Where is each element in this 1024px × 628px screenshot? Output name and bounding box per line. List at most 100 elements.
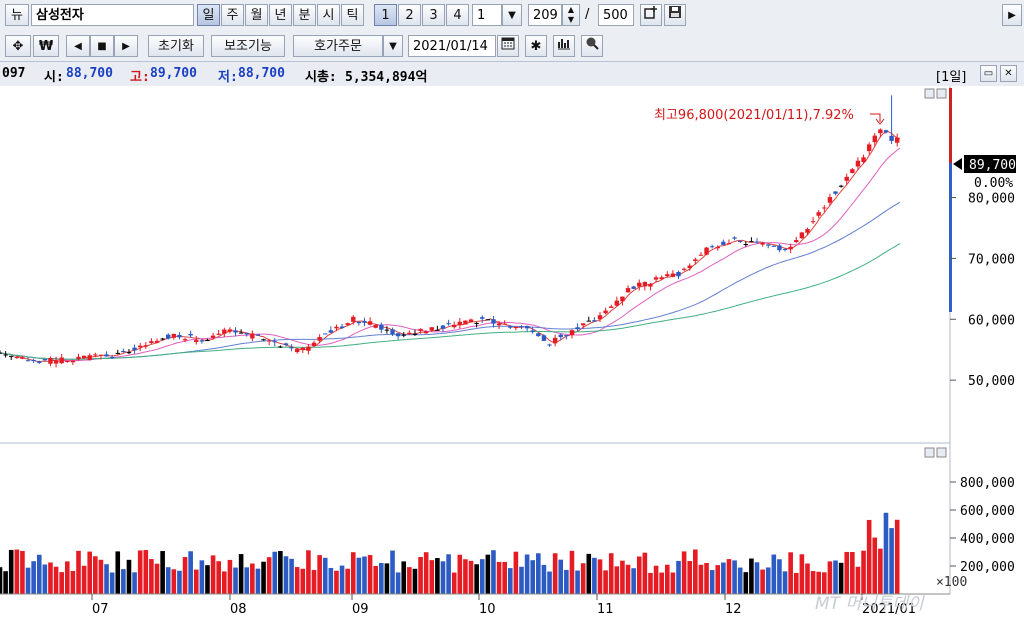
- candle-body: [98, 354, 104, 356]
- count-total-field[interactable]: 500: [598, 4, 634, 26]
- candle-body: [552, 337, 558, 344]
- dropdown-arrow-icon[interactable]: ▼: [502, 4, 522, 26]
- volume-bar: [648, 572, 653, 594]
- volume-bar: [440, 561, 446, 594]
- max-price-annotation: 최고96,800(2021/01/11),7.92%: [654, 108, 854, 123]
- volume-bar: [407, 567, 412, 594]
- next-icon[interactable]: ▶: [114, 35, 138, 57]
- candle-body: [143, 345, 148, 347]
- prev-icon[interactable]: ◀: [66, 35, 90, 57]
- candle-body: [642, 281, 648, 287]
- order-button[interactable]: 호가주문: [293, 35, 383, 57]
- volume-bar: [536, 553, 541, 594]
- period-button-5[interactable]: 분: [293, 4, 316, 26]
- candle-body: [311, 342, 317, 347]
- move-icon[interactable]: ✥: [5, 35, 31, 57]
- period-button-6[interactable]: 시: [317, 4, 340, 26]
- candle-body: [205, 340, 210, 342]
- period-button-4[interactable]: 년: [269, 4, 292, 26]
- count-spinner-icon[interactable]: ▲ ▼: [562, 4, 580, 26]
- candle-body: [0, 352, 3, 354]
- volume-bar: [289, 558, 294, 594]
- candle-body: [261, 339, 266, 341]
- save-icon[interactable]: [664, 4, 686, 26]
- number-button-3[interactable]: 3: [422, 4, 445, 26]
- stock-name-field[interactable]: 삼성전자: [31, 4, 194, 26]
- volume-bar: [261, 561, 266, 594]
- volume-panel-close-icon[interactable]: [936, 447, 947, 458]
- candle-body: [620, 296, 625, 302]
- volume-bar: [199, 560, 205, 594]
- candle-body: [289, 347, 294, 349]
- volume-bar: [575, 570, 580, 594]
- stock-chart: 80,000 70,000 60,000 50,000 800,000 600,000 4…: [0, 86, 1024, 628]
- date-tick-label: 11: [597, 602, 614, 617]
- volume-bar: [362, 556, 367, 594]
- candle-body: [564, 335, 569, 337]
- close-icon[interactable]: ✕: [1000, 65, 1017, 82]
- volume-bar: [367, 555, 373, 594]
- volume-bar: [687, 561, 693, 594]
- volume-bar: [569, 550, 575, 594]
- volume-bar: [552, 553, 558, 594]
- scroll-right-icon[interactable]: ▶: [1002, 4, 1022, 26]
- add-chart-icon[interactable]: [640, 4, 662, 26]
- number-button-2[interactable]: 2: [398, 4, 421, 26]
- reset-button[interactable]: 초기화: [148, 35, 204, 57]
- candle-body: [423, 331, 429, 334]
- volume-bar: [760, 569, 765, 594]
- volume-panel-min-icon[interactable]: [924, 447, 935, 458]
- chart-grid-icon[interactable]: [553, 35, 575, 57]
- volume-bar: [878, 548, 883, 594]
- candle-body: [653, 277, 659, 280]
- period-button-3[interactable]: 월: [245, 4, 268, 26]
- price-panel-min-icon[interactable]: [924, 88, 935, 99]
- volume-bar: [861, 550, 866, 594]
- candle-body: [154, 340, 160, 343]
- stop-icon[interactable]: ■: [90, 35, 114, 57]
- candle-body: [446, 323, 451, 325]
- volume-bar: [356, 557, 362, 594]
- volume-bar: [435, 558, 440, 594]
- volume-bar: [93, 556, 98, 594]
- period-button-7[interactable]: 틱: [341, 4, 364, 26]
- candle-body: [637, 282, 642, 287]
- candle-body: [210, 335, 216, 338]
- volume-bar: [233, 567, 238, 594]
- period-number-select[interactable]: 1: [472, 4, 502, 26]
- candle-body: [737, 240, 743, 242]
- news-button[interactable]: 뉴: [5, 4, 29, 26]
- currency-icon[interactable]: ₩: [33, 35, 59, 57]
- price-panel-close-icon[interactable]: [936, 88, 947, 99]
- candle-body: [65, 361, 70, 363]
- candle-body: [693, 259, 698, 261]
- period-button-2[interactable]: 주: [221, 4, 244, 26]
- candle-body: [457, 321, 463, 326]
- candle-body: [480, 317, 485, 319]
- count-current-field[interactable]: 209: [528, 4, 562, 26]
- calendar-icon[interactable]: [497, 35, 519, 57]
- candle-body: [698, 254, 704, 256]
- candle-body: [255, 334, 261, 336]
- volume-bar: [737, 567, 743, 594]
- number-button-1[interactable]: 1: [374, 4, 397, 26]
- volume-bar: [115, 551, 121, 594]
- volume-bar: [339, 565, 345, 594]
- zoom-icon[interactable]: [581, 35, 603, 57]
- aux-function-button[interactable]: 보조기능: [211, 35, 285, 57]
- volume-bar: [726, 559, 732, 594]
- minimize-icon[interactable]: ▭: [980, 65, 997, 82]
- order-dropdown-icon[interactable]: ▼: [383, 35, 403, 57]
- volume-bar: [838, 562, 844, 594]
- volume-bar: [866, 519, 872, 594]
- settings-gear-icon[interactable]: ✱: [525, 35, 547, 57]
- volume-bar: [463, 559, 468, 594]
- volume-unit-label: ×100: [936, 575, 967, 590]
- candle-body: [625, 288, 631, 293]
- volume-bar: [721, 562, 726, 594]
- number-button-4[interactable]: 4: [446, 4, 469, 26]
- volume-bar: [850, 552, 855, 594]
- period-button-1[interactable]: 일: [197, 4, 220, 26]
- date-field[interactable]: 2021/01/14: [408, 35, 496, 57]
- volume-bar: [765, 567, 771, 594]
